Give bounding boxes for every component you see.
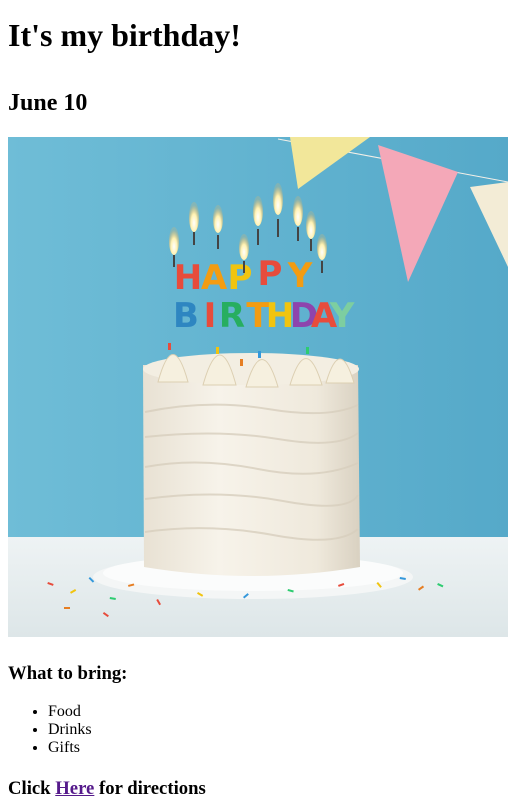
svg-text:I: I	[204, 296, 217, 336]
svg-text:Y: Y	[287, 256, 313, 296]
bring-heading: What to bring:	[8, 663, 128, 684]
svg-text:A: A	[201, 258, 228, 298]
svg-text:P: P	[258, 254, 283, 294]
list-item: Food	[48, 703, 521, 721]
list-item: Gifts	[48, 739, 521, 757]
svg-text:R: R	[219, 296, 245, 336]
directions-line: Click Here for directions	[8, 778, 521, 800]
page-title: It's my birthday!	[8, 17, 241, 53]
list-item: Drinks	[48, 721, 521, 739]
svg-text:H: H	[174, 258, 202, 298]
svg-text:B: B	[173, 296, 199, 336]
birthday-cake-image: H A P P Y B I R T H D A Y	[8, 137, 508, 637]
svg-text:P: P	[228, 258, 253, 298]
directions-suffix: for directions	[94, 778, 206, 799]
event-date: June 10	[8, 90, 88, 116]
page: It's my birthday! June 10 H A P P Y B I …	[0, 0, 529, 801]
directions-prefix: Click	[8, 778, 56, 799]
bring-list: Food Drinks Gifts	[8, 703, 521, 757]
svg-text:Y: Y	[329, 296, 355, 336]
directions-link[interactable]: Here	[55, 778, 94, 799]
